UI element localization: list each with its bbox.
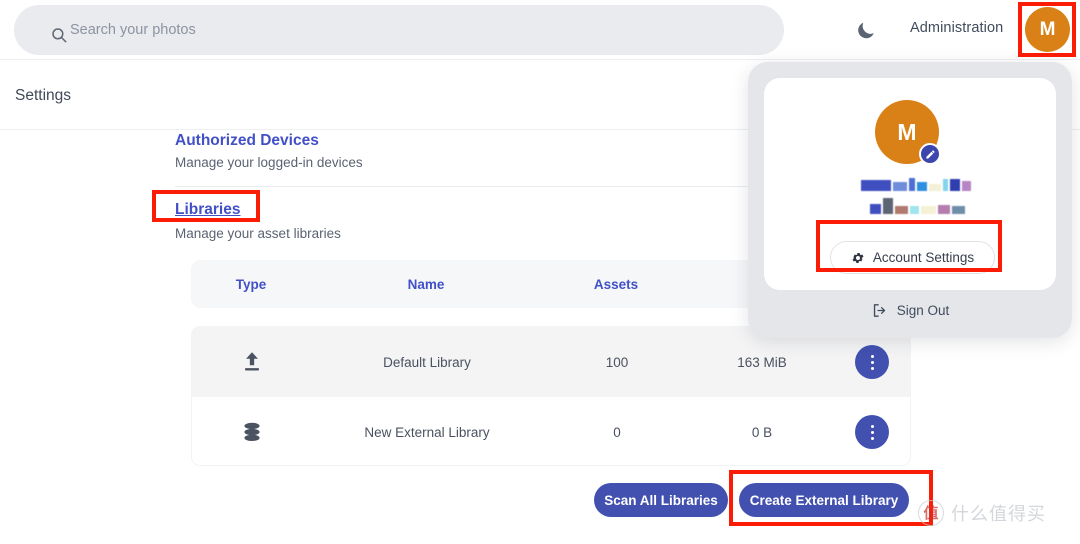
gear-icon bbox=[851, 251, 865, 265]
library-name-cell: Default Library bbox=[312, 327, 542, 397]
database-icon bbox=[239, 419, 265, 445]
watermark: 值 什么值得买 bbox=[918, 500, 1046, 526]
create-external-library-button[interactable]: Create External Library bbox=[739, 483, 909, 517]
section-desc-authorized-devices: Manage your logged-in devices bbox=[175, 155, 363, 170]
library-type-cell bbox=[192, 327, 312, 397]
search-icon bbox=[50, 26, 68, 44]
section-link-authorized-devices[interactable]: Authorized Devices bbox=[175, 132, 319, 150]
watermark-text: 什么值得买 bbox=[951, 500, 1046, 526]
redacted-user-name bbox=[861, 178, 971, 191]
library-table-body: Default Library 100 163 MiB New External… bbox=[191, 326, 911, 466]
pencil-icon[interactable] bbox=[919, 143, 941, 165]
redacted-user-email bbox=[870, 198, 965, 214]
moon-icon[interactable] bbox=[855, 19, 877, 41]
library-actions-cell bbox=[832, 397, 911, 466]
watermark-logo: 值 bbox=[918, 500, 944, 526]
section-desc-libraries: Manage your asset libraries bbox=[175, 226, 341, 241]
search-bar[interactable] bbox=[14, 5, 784, 55]
administration-link[interactable]: Administration bbox=[910, 20, 1003, 36]
logout-icon bbox=[871, 302, 888, 319]
table-row[interactable]: New External Library 0 0 B bbox=[192, 397, 910, 466]
user-dropdown-panel: M Account Settings bbox=[748, 62, 1072, 338]
account-settings-button[interactable]: Account Settings bbox=[830, 241, 995, 274]
more-vertical-icon[interactable] bbox=[855, 345, 889, 379]
column-header-assets: Assets bbox=[541, 260, 691, 308]
library-size-cell: 0 B bbox=[692, 397, 832, 466]
column-header-name: Name bbox=[311, 260, 541, 308]
app-root: Administration M Settings Authorized Dev… bbox=[0, 0, 1080, 544]
avatar: M bbox=[875, 100, 939, 164]
library-name-cell: New External Library bbox=[312, 397, 542, 466]
column-header-type: Type bbox=[191, 260, 311, 308]
search-input[interactable] bbox=[70, 22, 670, 38]
library-assets-cell: 0 bbox=[542, 397, 692, 466]
scan-all-libraries-button[interactable]: Scan All Libraries bbox=[594, 483, 728, 517]
user-dropdown-card: M Account Settings bbox=[764, 78, 1056, 290]
library-type-cell bbox=[192, 397, 312, 466]
section-link-libraries[interactable]: Libraries bbox=[175, 201, 240, 219]
user-avatar-button[interactable]: M bbox=[1025, 7, 1070, 52]
top-bar: Administration M bbox=[0, 0, 1080, 60]
sign-out-label: Sign Out bbox=[897, 303, 950, 318]
library-assets-cell: 100 bbox=[542, 327, 692, 397]
account-settings-label: Account Settings bbox=[873, 250, 974, 265]
page-title: Settings bbox=[15, 87, 71, 105]
upload-icon bbox=[239, 349, 265, 375]
more-vertical-icon[interactable] bbox=[855, 415, 889, 449]
sign-out-button[interactable]: Sign Out bbox=[748, 290, 1072, 330]
